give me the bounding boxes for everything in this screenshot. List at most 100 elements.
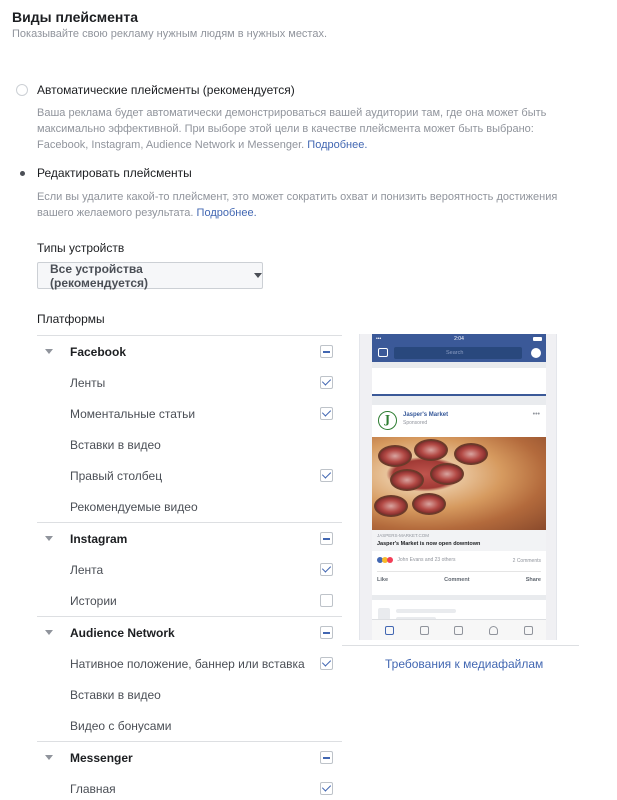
placeholder-line <box>396 609 456 613</box>
platform-partial-checkbox[interactable] <box>320 626 333 639</box>
placement-item[interactable]: Ленты <box>37 367 342 398</box>
placement-item[interactable]: Вставки в видео <box>37 429 342 460</box>
placement-item[interactable]: Моментальные статьи <box>37 398 342 429</box>
placement-item[interactable]: Рекомендуемые видео <box>37 491 342 522</box>
platform-group-header[interactable]: Instagram <box>37 523 342 554</box>
sponsored-post: J Jasper's Market Sponsored ••• JASPERS-… <box>372 405 546 595</box>
preview-divider <box>342 645 579 646</box>
fig-slice <box>412 493 446 515</box>
edit-desc-line-2: вашего желаемого результата. <box>37 207 194 219</box>
battery-icon <box>533 337 542 341</box>
collapse-triangle-icon[interactable] <box>45 630 53 635</box>
placement-label: Моментальные статьи <box>70 407 196 421</box>
platform-name: Facebook <box>70 344 127 359</box>
search-bar: Search <box>394 347 522 359</box>
automatic-placements-option[interactable]: Автоматические плейсменты (рекомендуется… <box>16 83 295 97</box>
phone-tab-bar <box>372 619 546 640</box>
brand-logo: J <box>378 411 397 430</box>
placement-label: Вставки в видео <box>70 688 161 702</box>
link-title: Jasper's Market is now open downtown <box>377 541 481 547</box>
more-options-icon: ••• <box>532 411 540 418</box>
placement-label: Видео с бонусами <box>70 719 172 733</box>
brand-name: Jasper's Market <box>403 412 449 418</box>
platform-group-header[interactable]: Messenger <box>37 742 342 773</box>
placement-types-title: Виды плейсмента <box>12 9 139 25</box>
collapse-triangle-icon[interactable] <box>45 755 53 760</box>
placement-item[interactable]: Главная <box>37 773 342 800</box>
automatic-placements-radio[interactable] <box>16 84 28 96</box>
comment-action: Comment <box>444 577 470 583</box>
placement-item[interactable]: Нативное положение, баннер или вставка <box>37 648 342 679</box>
facebook-nav-bar: Search <box>372 344 546 362</box>
device-types-dropdown[interactable]: Все устройства (рекомендуется) <box>37 261 263 290</box>
caret-down-icon <box>254 273 262 278</box>
edit-placements-radio[interactable] <box>16 167 28 179</box>
placement-item[interactable]: Правый столбец <box>37 460 342 491</box>
placement-checkbox[interactable] <box>320 407 333 420</box>
placement-item[interactable]: Истории <box>37 585 342 616</box>
platform-partial-checkbox[interactable] <box>320 751 333 764</box>
automatic-desc-line-3: Facebook, Instagram, Audience Network и … <box>37 139 305 151</box>
placement-item[interactable]: Лента <box>37 554 342 585</box>
platform-group-facebook: Facebook Ленты Моментальные статьи Встав… <box>37 335 342 522</box>
signal-icon: ••• <box>376 336 382 342</box>
fig-slice <box>374 495 408 517</box>
platform-partial-checkbox[interactable] <box>320 532 333 545</box>
reactions-row: John Evans and 23 others 2 Comments <box>377 557 541 567</box>
media-requirements-link[interactable]: Требования к медиафайлам <box>385 657 543 671</box>
fig-slice <box>390 469 424 491</box>
automatic-desc-line-2: максимально эффективной. При выборе этой… <box>37 123 534 135</box>
placement-checkbox[interactable] <box>320 782 333 795</box>
automatic-learn-more-link[interactable]: Подробнее. <box>307 139 367 151</box>
menu-tab-icon <box>524 625 534 635</box>
platform-group-audience-network: Audience Network Нативное положение, бан… <box>37 616 342 741</box>
platform-name: Audience Network <box>70 625 175 640</box>
placement-checkbox[interactable] <box>320 376 333 389</box>
comments-count: 2 Comments <box>512 558 541 564</box>
platform-group-instagram: Instagram Лента Истории <box>37 522 342 616</box>
device-types-label: Типы устройств <box>37 241 125 255</box>
news-feed-tab-icon <box>384 625 394 635</box>
placement-label: Нативное положение, баннер или вставка <box>70 657 305 671</box>
placement-label: Истории <box>70 594 117 608</box>
video-tab-icon <box>419 625 429 635</box>
platform-partial-checkbox[interactable] <box>320 345 333 358</box>
device-types-selected: Все устройства (рекомендуется) <box>50 261 149 290</box>
share-action: Share <box>525 577 541 583</box>
edit-learn-more-link[interactable]: Подробнее. <box>197 207 257 219</box>
link-url: JASPERS-MARKET.COM <box>377 533 430 538</box>
platform-group-header[interactable]: Audience Network <box>37 617 342 648</box>
placement-checkbox[interactable] <box>320 563 333 576</box>
like-action: Like <box>377 577 389 583</box>
edit-placements-description: Если вы удалите какой-то плейсмент, это … <box>37 189 597 221</box>
platform-group-header[interactable]: Facebook <box>37 336 342 367</box>
placement-checkbox[interactable] <box>320 594 333 607</box>
placement-checkbox[interactable] <box>320 469 333 482</box>
camera-icon <box>378 348 388 357</box>
placement-checkbox[interactable] <box>320 657 333 670</box>
phone-screen: ••• 2:04 Search J Jasper's Market Sponso… <box>372 334 546 640</box>
edit-placements-label: Редактировать плейсменты <box>37 166 192 180</box>
platform-name: Messenger <box>70 750 133 765</box>
status-bar: ••• 2:04 <box>372 334 546 344</box>
automatic-desc-line-1: Ваша реклама будет автоматически демонст… <box>37 107 547 119</box>
automatic-placements-description: Ваша реклама будет автоматически демонст… <box>37 105 597 153</box>
placement-label: Ленты <box>70 376 106 390</box>
platforms-label: Платформы <box>37 312 105 326</box>
automatic-placements-label: Автоматические плейсменты (рекомендуется… <box>37 83 295 97</box>
placement-label: Лента <box>70 563 104 577</box>
ad-preview-phone: ••• 2:04 Search J Jasper's Market Sponso… <box>359 334 557 640</box>
placement-item[interactable]: Видео с бонусами <box>37 710 342 741</box>
feed-stub-card <box>372 368 546 396</box>
sponsored-label: Sponsored <box>403 420 428 426</box>
collapse-triangle-icon[interactable] <box>45 349 53 354</box>
placement-label: Рекомендуемые видео <box>70 500 198 514</box>
placement-label: Вставки в видео <box>70 438 161 452</box>
messenger-icon <box>531 348 541 358</box>
placement-label: Правый столбец <box>70 469 163 483</box>
collapse-triangle-icon[interactable] <box>45 536 53 541</box>
platform-group-messenger: Messenger Главная <box>37 741 342 800</box>
placement-item[interactable]: Вставки в видео <box>37 679 342 710</box>
fig-slice <box>378 445 412 467</box>
edit-placements-option[interactable]: Редактировать плейсменты <box>16 166 192 180</box>
